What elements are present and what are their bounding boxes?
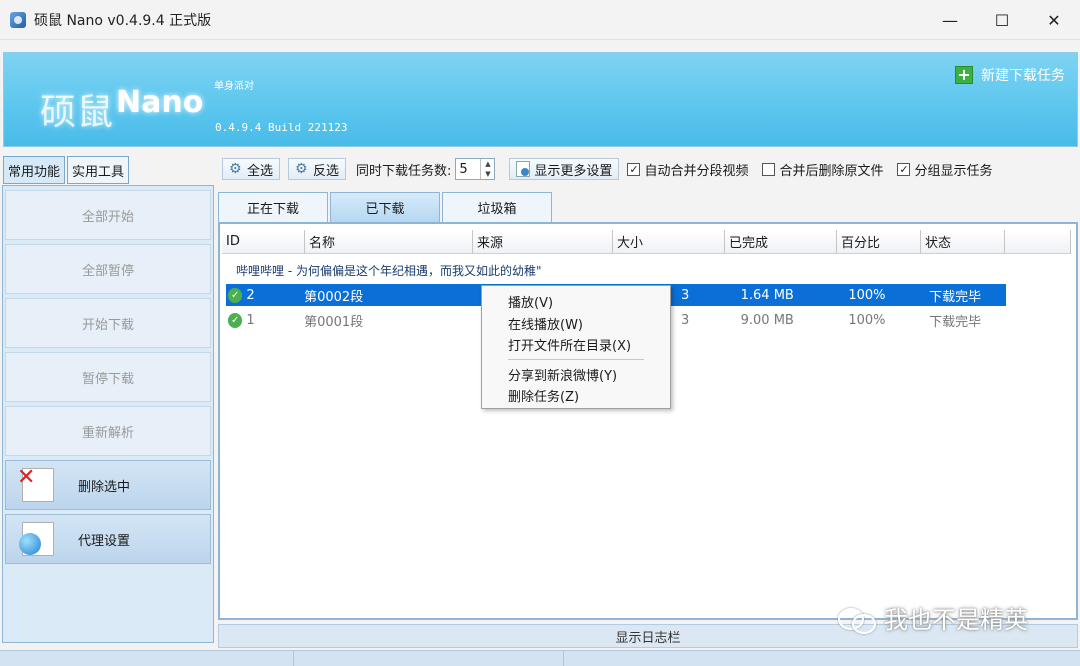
tab-downloaded[interactable]: 已下载 (330, 192, 440, 222)
settings-document-icon (516, 161, 531, 177)
window-controls: — ☐ ✕ (924, 0, 1080, 40)
table-header: ID 名称 来源 大小 已完成 百分比 状态 (222, 230, 1071, 254)
concurrent-tasks-value: 5 (459, 161, 468, 177)
row-id: 2 (246, 287, 255, 303)
app-icon (10, 11, 26, 28)
concurrent-tasks-stepper[interactable]: 5 ▲ ▼ (455, 158, 496, 180)
check-circle-icon: ✓ (228, 312, 243, 328)
delete-selected-label: 删除选中 (78, 479, 131, 495)
stepper-down-icon[interactable]: ▼ (481, 169, 494, 179)
wechat-icon (838, 604, 876, 634)
stepper-arrows[interactable]: ▲ ▼ (480, 159, 494, 179)
new-task-label: 新建下载任务 (981, 68, 1065, 84)
brand-logo-en: Nano (116, 85, 204, 120)
delete-after-merge-box[interactable] (762, 162, 776, 176)
column-header-id[interactable]: ID (222, 230, 305, 254)
auto-merge-label: 自动合并分段视频 (644, 163, 749, 179)
column-header-size[interactable]: 大小 (613, 230, 725, 254)
minimize-button[interactable]: — (924, 0, 976, 40)
status-bar (0, 650, 1080, 666)
title-bar: 硕鼠 Nano v0.4.9.4 正式版 — ☐ ✕ (0, 0, 1080, 40)
brand-slogan: 单身派对 (214, 81, 254, 92)
invert-selection-label: 反选 (313, 163, 340, 179)
row-completed: 1.64 MB (740, 287, 794, 303)
version-label: 0.4.9.4 Build 221123 (215, 121, 348, 134)
select-all-label: 全选 (247, 163, 274, 179)
status-segment (564, 651, 1080, 666)
context-menu: 播放(V) 在线播放(W) 打开文件所在目录(X) 分享到新浪微博(Y) 删除任… (481, 285, 671, 409)
group-display-checkbox[interactable]: ✓ 分组显示任务 (897, 160, 992, 179)
menu-item-delete-task[interactable]: 删除任务(Z) (508, 386, 579, 405)
more-settings-button[interactable]: 显示更多设置 (509, 158, 620, 180)
pause-all-button[interactable]: 全部暂停 (5, 244, 211, 294)
row-size: 3 (681, 287, 690, 303)
auto-merge-checkbox[interactable]: ✓ 自动合并分段视频 (627, 160, 748, 179)
menu-item-open-folder[interactable]: 打开文件所在目录(X) (508, 335, 631, 354)
group-display-checkmark-icon[interactable]: ✓ (897, 162, 911, 176)
reparse-button[interactable]: 重新解析 (5, 406, 211, 456)
row-percent: 100% (848, 287, 886, 303)
column-header-name[interactable]: 名称 (305, 230, 473, 254)
watermark-text: 我也不是精英 (884, 606, 1028, 634)
more-settings-label: 显示更多设置 (534, 163, 613, 179)
watermark: 我也不是精英 (838, 600, 1028, 635)
banner: 硕鼠 Nano 单身派对 0.4.9.4 Build 221123 + 新建下载… (3, 52, 1078, 147)
status-segment (294, 651, 564, 666)
column-header-empty (1005, 230, 1071, 254)
plus-icon: + (955, 66, 973, 84)
globe-document-icon (19, 522, 54, 556)
select-all-button[interactable]: ⚙ 全选 (222, 158, 281, 180)
menu-item-play[interactable]: 播放(V) (508, 292, 553, 311)
stepper-up-icon[interactable]: ▲ (481, 159, 494, 169)
status-segment (0, 651, 294, 666)
row-size: 3 (681, 312, 690, 328)
brand-logo-cn: 硕鼠 (40, 92, 115, 133)
group-title[interactable]: 哔哩哔哩 - 为何偏偏是这个年纪相遇，而我又如此的幼稚" (236, 262, 541, 279)
row-completed: 9.00 MB (740, 312, 794, 328)
row-status: 下载完毕 (929, 314, 982, 330)
column-header-completed[interactable]: 已完成 (725, 230, 837, 254)
left-panel: 全部开始 全部暂停 开始下载 暂停下载 重新解析 删除选中 代理设置 (2, 185, 214, 643)
menu-item-share-weibo[interactable]: 分享到新浪微博(Y) (508, 365, 617, 384)
proxy-settings-label: 代理设置 (78, 533, 131, 549)
tab-downloading[interactable]: 正在下载 (218, 192, 328, 222)
group-display-label: 分组显示任务 (914, 163, 993, 179)
check-circle-icon: ✓ (228, 287, 243, 303)
main-tabs: 正在下载 已下载 垃圾箱 (218, 192, 554, 222)
left-tabs: 常用功能 实用工具 (3, 156, 131, 184)
proxy-settings-button[interactable]: 代理设置 (5, 514, 211, 564)
window-title: 硕鼠 Nano v0.4.9.4 正式版 (34, 12, 212, 29)
delete-document-icon (17, 465, 54, 502)
close-button[interactable]: ✕ (1028, 0, 1080, 40)
row-status: 下载完毕 (929, 289, 982, 305)
menu-item-play-online[interactable]: 在线播放(W) (508, 314, 583, 333)
start-download-button[interactable]: 开始下载 (5, 298, 211, 348)
invert-selection-button[interactable]: ⚙ 反选 (288, 158, 347, 180)
delete-selected-button[interactable]: 删除选中 (5, 460, 211, 510)
gear-icon: ⚙ (295, 161, 308, 177)
column-header-percent[interactable]: 百分比 (837, 230, 921, 254)
concurrent-tasks-label: 同时下载任务数: (356, 163, 452, 179)
column-header-source[interactable]: 来源 (473, 230, 613, 254)
maximize-button[interactable]: ☐ (976, 0, 1028, 40)
auto-merge-checkmark-icon[interactable]: ✓ (627, 162, 641, 176)
delete-after-merge-checkbox[interactable]: 合并后删除原文件 (762, 160, 883, 179)
gear-icon: ⚙ (229, 161, 242, 177)
start-all-button[interactable]: 全部开始 (5, 190, 211, 240)
menu-separator (508, 359, 644, 360)
tab-trash[interactable]: 垃圾箱 (442, 192, 552, 222)
tab-utilities[interactable]: 实用工具 (67, 156, 130, 184)
row-percent: 100% (848, 312, 886, 328)
row-id: 1 (246, 312, 255, 328)
toolbar: ⚙ 全选 ⚙ 反选 同时下载任务数: 5 ▲ ▼ 显示更多设置 ✓ 自动合并分段… (222, 156, 1006, 182)
delete-after-merge-label: 合并后删除原文件 (779, 163, 884, 179)
pause-download-button[interactable]: 暂停下载 (5, 352, 211, 402)
column-header-status[interactable]: 状态 (921, 230, 1005, 254)
download-list-panel: ID 名称 来源 大小 已完成 百分比 状态 哔哩哔哩 - 为何偏偏是这个年纪相… (218, 222, 1078, 620)
tab-common-functions[interactable]: 常用功能 (3, 156, 66, 184)
new-task-button[interactable]: + 新建下载任务 (955, 65, 1065, 85)
